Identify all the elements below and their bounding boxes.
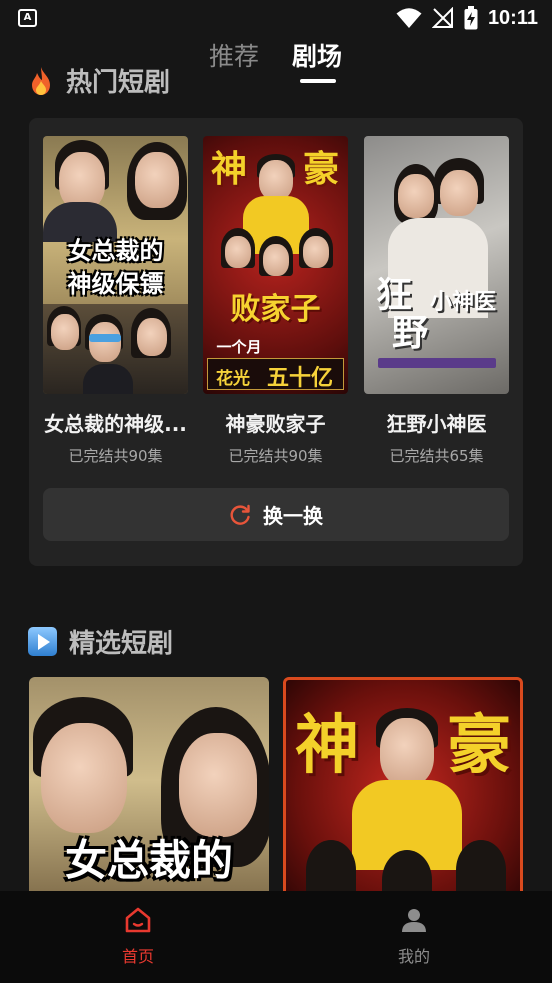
poster-title-char-1: 神 (210, 148, 247, 190)
status-bar: A 10:11 (0, 0, 552, 38)
status-time: 10:11 (487, 6, 538, 29)
nav-home[interactable]: 首页 (78, 907, 198, 967)
refresh-button[interactable]: 换一换 (43, 488, 509, 541)
drama-title[interactable]: 狂野小神医 (364, 408, 509, 437)
active-tab-indicator (300, 79, 336, 83)
wifi-icon (396, 8, 422, 28)
poster-tagline-2: 花光 (216, 369, 250, 389)
drama-card[interactable]: 狂 小神医 野 狂野小神医 已完结共65集 (364, 136, 509, 466)
refresh-label: 换一换 (263, 504, 323, 528)
drama-title[interactable]: 神豪败家子 (203, 408, 348, 437)
poster-title-char-2: 野 (391, 312, 428, 354)
hot-section-title: 热门短剧 (66, 68, 171, 98)
drama-episode-info: 已完结共90集 (68, 447, 163, 465)
featured-poster-title: 女总裁的 (64, 836, 233, 885)
drama-card[interactable]: 神 豪 败家子 一个月 花光 五十亿 神豪败家子 已完结共90集 (203, 136, 348, 466)
poster-title-line-2: 神级保镖 (67, 269, 164, 298)
status-icons: 10:11 (396, 6, 538, 30)
featured-section-header: 精选短剧 (28, 623, 173, 660)
drama-poster[interactable]: 女总裁的 神级保镖 (43, 136, 188, 394)
app-notification-icon: A (18, 9, 37, 27)
nav-mine[interactable]: 我的 (354, 907, 474, 967)
flame-icon (32, 66, 50, 95)
user-icon (402, 909, 426, 932)
tab-theater[interactable]: 剧场 (292, 40, 342, 74)
nav-home-label: 首页 (121, 947, 154, 966)
nav-mine-label: 我的 (397, 947, 430, 966)
featured-drama-poster[interactable]: 女总裁的 (29, 677, 269, 907)
refresh-icon (230, 504, 250, 525)
no-signal-icon (431, 7, 453, 28)
drama-poster[interactable]: 狂 小神医 野 (364, 136, 509, 394)
featured-poster-char-1: 神 (295, 708, 359, 783)
home-icon (125, 907, 151, 933)
featured-section-title: 精选短剧 (69, 629, 174, 659)
tab-recommend[interactable]: 推荐 (209, 40, 259, 74)
hot-section-header: 热门短剧 (28, 62, 170, 99)
poster-tagline-1: 一个月 (216, 338, 262, 356)
poster-title-char-2: 豪 (302, 148, 339, 190)
hot-panel: 女总裁的 神级保镖 女总裁的神级... 已完结共90集 神 豪 败家子 一个月 … (29, 118, 523, 566)
drama-episode-info: 已完结共90集 (228, 447, 323, 465)
featured-poster-char-2: 豪 (447, 708, 511, 783)
bottom-nav: 首页 我的 (0, 891, 552, 983)
poster-title-line: 败家子 (230, 292, 321, 327)
battery-charging-icon (464, 6, 478, 30)
drama-card[interactable]: 女总裁的 神级保镖 女总裁的神级... 已完结共90集 (43, 136, 188, 466)
featured-drama-poster[interactable]: 神 豪 (283, 677, 523, 907)
poster-title-line: 小神医 (429, 289, 496, 315)
poster-title-line-1: 女总裁的 (67, 236, 164, 265)
play-icon (28, 627, 57, 656)
drama-title[interactable]: 女总裁的神级... (43, 408, 188, 437)
poster-tagline-3: 五十亿 (266, 365, 333, 391)
drama-poster[interactable]: 神 豪 败家子 一个月 花光 五十亿 (203, 136, 348, 394)
drama-episode-info: 已完结共65集 (389, 447, 484, 465)
